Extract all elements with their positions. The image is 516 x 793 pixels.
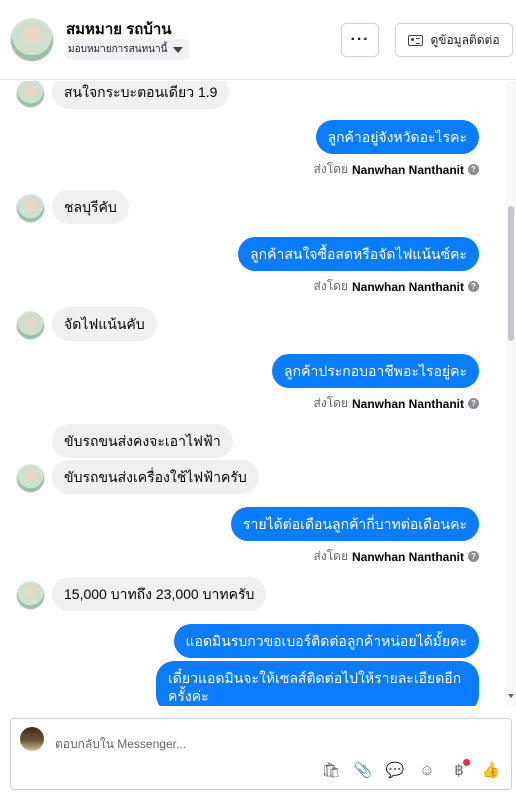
incoming-message: จัดไฟแน้นคับ: [52, 307, 157, 341]
sent-by-prefix: ส่งโดย: [313, 162, 348, 176]
contact-card-icon: [408, 34, 424, 46]
outgoing-message: รายได้ต่อเดือนลูกค้ากี่บาทต่อเดือนคะ: [230, 507, 479, 541]
shopping-bag-icon[interactable]: 🛍: [321, 761, 341, 781]
contact-avatar[interactable]: [10, 18, 54, 62]
outgoing-message: ลูกค้าประกอบอาชีพอะไรอยู่คะ: [272, 354, 479, 388]
contact-name[interactable]: สมหมาย รถบ้าน: [66, 17, 172, 41]
composer-toolbar: 🛍 📎 💬 ☺ ฿ 👍: [321, 759, 501, 781]
sent-by-name: Nanwhan Nanthanit: [351, 279, 464, 294]
reply-input[interactable]: ตอบกลับใน Messenger...: [55, 735, 186, 754]
sent-by-label: ส่งโดย Nanwhan Nanthanit ?: [314, 160, 479, 179]
view-contact-button[interactable]: ดูข้อมูลติดต่อ: [395, 23, 513, 57]
scroll-down-arrow-icon[interactable]: [508, 694, 514, 698]
reply-composer[interactable]: ตอบกลับใน Messenger... 🛍 📎 💬 ☺ ฿ 👍: [10, 718, 512, 790]
assign-label: มอบหมายการสนทนานี้: [68, 44, 168, 55]
view-contact-label: ดูข้อมูลติดต่อ: [430, 32, 500, 47]
outgoing-message: เดี๋ยวแอดมินจะให้เซลส์ติดต่อไปให้รายละเอ…: [156, 661, 479, 706]
sent-by-prefix: ส่งโดย: [313, 396, 348, 410]
sent-by-label: ส่งโดย Nanwhan Nanthanit ?: [314, 547, 479, 566]
payment-icon-wrap[interactable]: ฿: [449, 759, 470, 781]
notification-dot: [463, 759, 470, 766]
sent-by-prefix: ส่งโดย: [313, 279, 348, 293]
sender-avatar: [16, 581, 45, 610]
sender-avatar: [16, 464, 45, 493]
thread-scrollbar[interactable]: [506, 81, 516, 706]
assign-conversation-dropdown[interactable]: มอบหมายการสนทนานี้: [66, 39, 190, 60]
sent-by-name: Nanwhan Nanthanit: [351, 549, 464, 564]
payment-icon: ฿: [454, 762, 464, 779]
incoming-message: ขับรถขนส่งคงจะเอาไฟฟ้า: [52, 424, 233, 458]
sent-by-label: ส่งโดย Nanwhan Nanthanit ?: [314, 277, 479, 296]
caret-down-icon: [173, 46, 184, 53]
help-icon[interactable]: ?: [468, 398, 479, 409]
emoji-icon[interactable]: ☺: [417, 761, 437, 781]
outgoing-message: ลูกค้าอยู่จังหวัดอะไรคะ: [315, 120, 479, 154]
sent-by-name: Nanwhan Nanthanit: [351, 396, 464, 411]
incoming-message: 15,000 บาทถึง 23,000 บาทครับ: [52, 577, 267, 611]
saved-reply-icon[interactable]: 💬: [385, 761, 405, 781]
attachment-icon[interactable]: 📎: [353, 761, 373, 781]
conversation-header: สมหมาย รถบ้าน มอบหมายการสนทนานี้ ··· ดูข…: [0, 0, 516, 80]
sender-avatar: [16, 311, 45, 340]
more-options-button[interactable]: ···: [341, 23, 379, 57]
help-icon[interactable]: ?: [468, 164, 479, 175]
like-icon[interactable]: 👍: [481, 761, 501, 781]
outgoing-message: ลูกค้าสนใจซื้อสดหรือจัดไฟแน้นซ์คะ: [238, 237, 479, 271]
message-thread[interactable]: สนใจกระบะตอนเดียว 1.9 ลูกค้าอยู่จังหวัดอ…: [0, 81, 506, 706]
incoming-message: ชลบุรีคับ: [52, 190, 129, 224]
help-icon[interactable]: ?: [468, 551, 479, 562]
page-avatar: [20, 727, 44, 751]
sender-avatar: [16, 81, 45, 108]
more-icon: ···: [350, 31, 370, 48]
sent-by-label: ส่งโดย Nanwhan Nanthanit ?: [314, 394, 479, 413]
sent-by-prefix: ส่งโดย: [313, 549, 348, 563]
help-icon[interactable]: ?: [468, 281, 479, 292]
sender-avatar: [16, 194, 45, 223]
outgoing-message: แอดมินรบกวขอเบอร์ติดต่อลูกค้าหน่อยได้มั้…: [173, 624, 479, 658]
incoming-message: ขับรถขนส่งเครื่องใช้ไฟฟ้าครับ: [52, 460, 259, 494]
sent-by-name: Nanwhan Nanthanit: [351, 162, 464, 177]
scrollbar-thumb[interactable]: [508, 206, 514, 341]
incoming-message: สนใจกระบะตอนเดียว 1.9: [52, 81, 230, 109]
